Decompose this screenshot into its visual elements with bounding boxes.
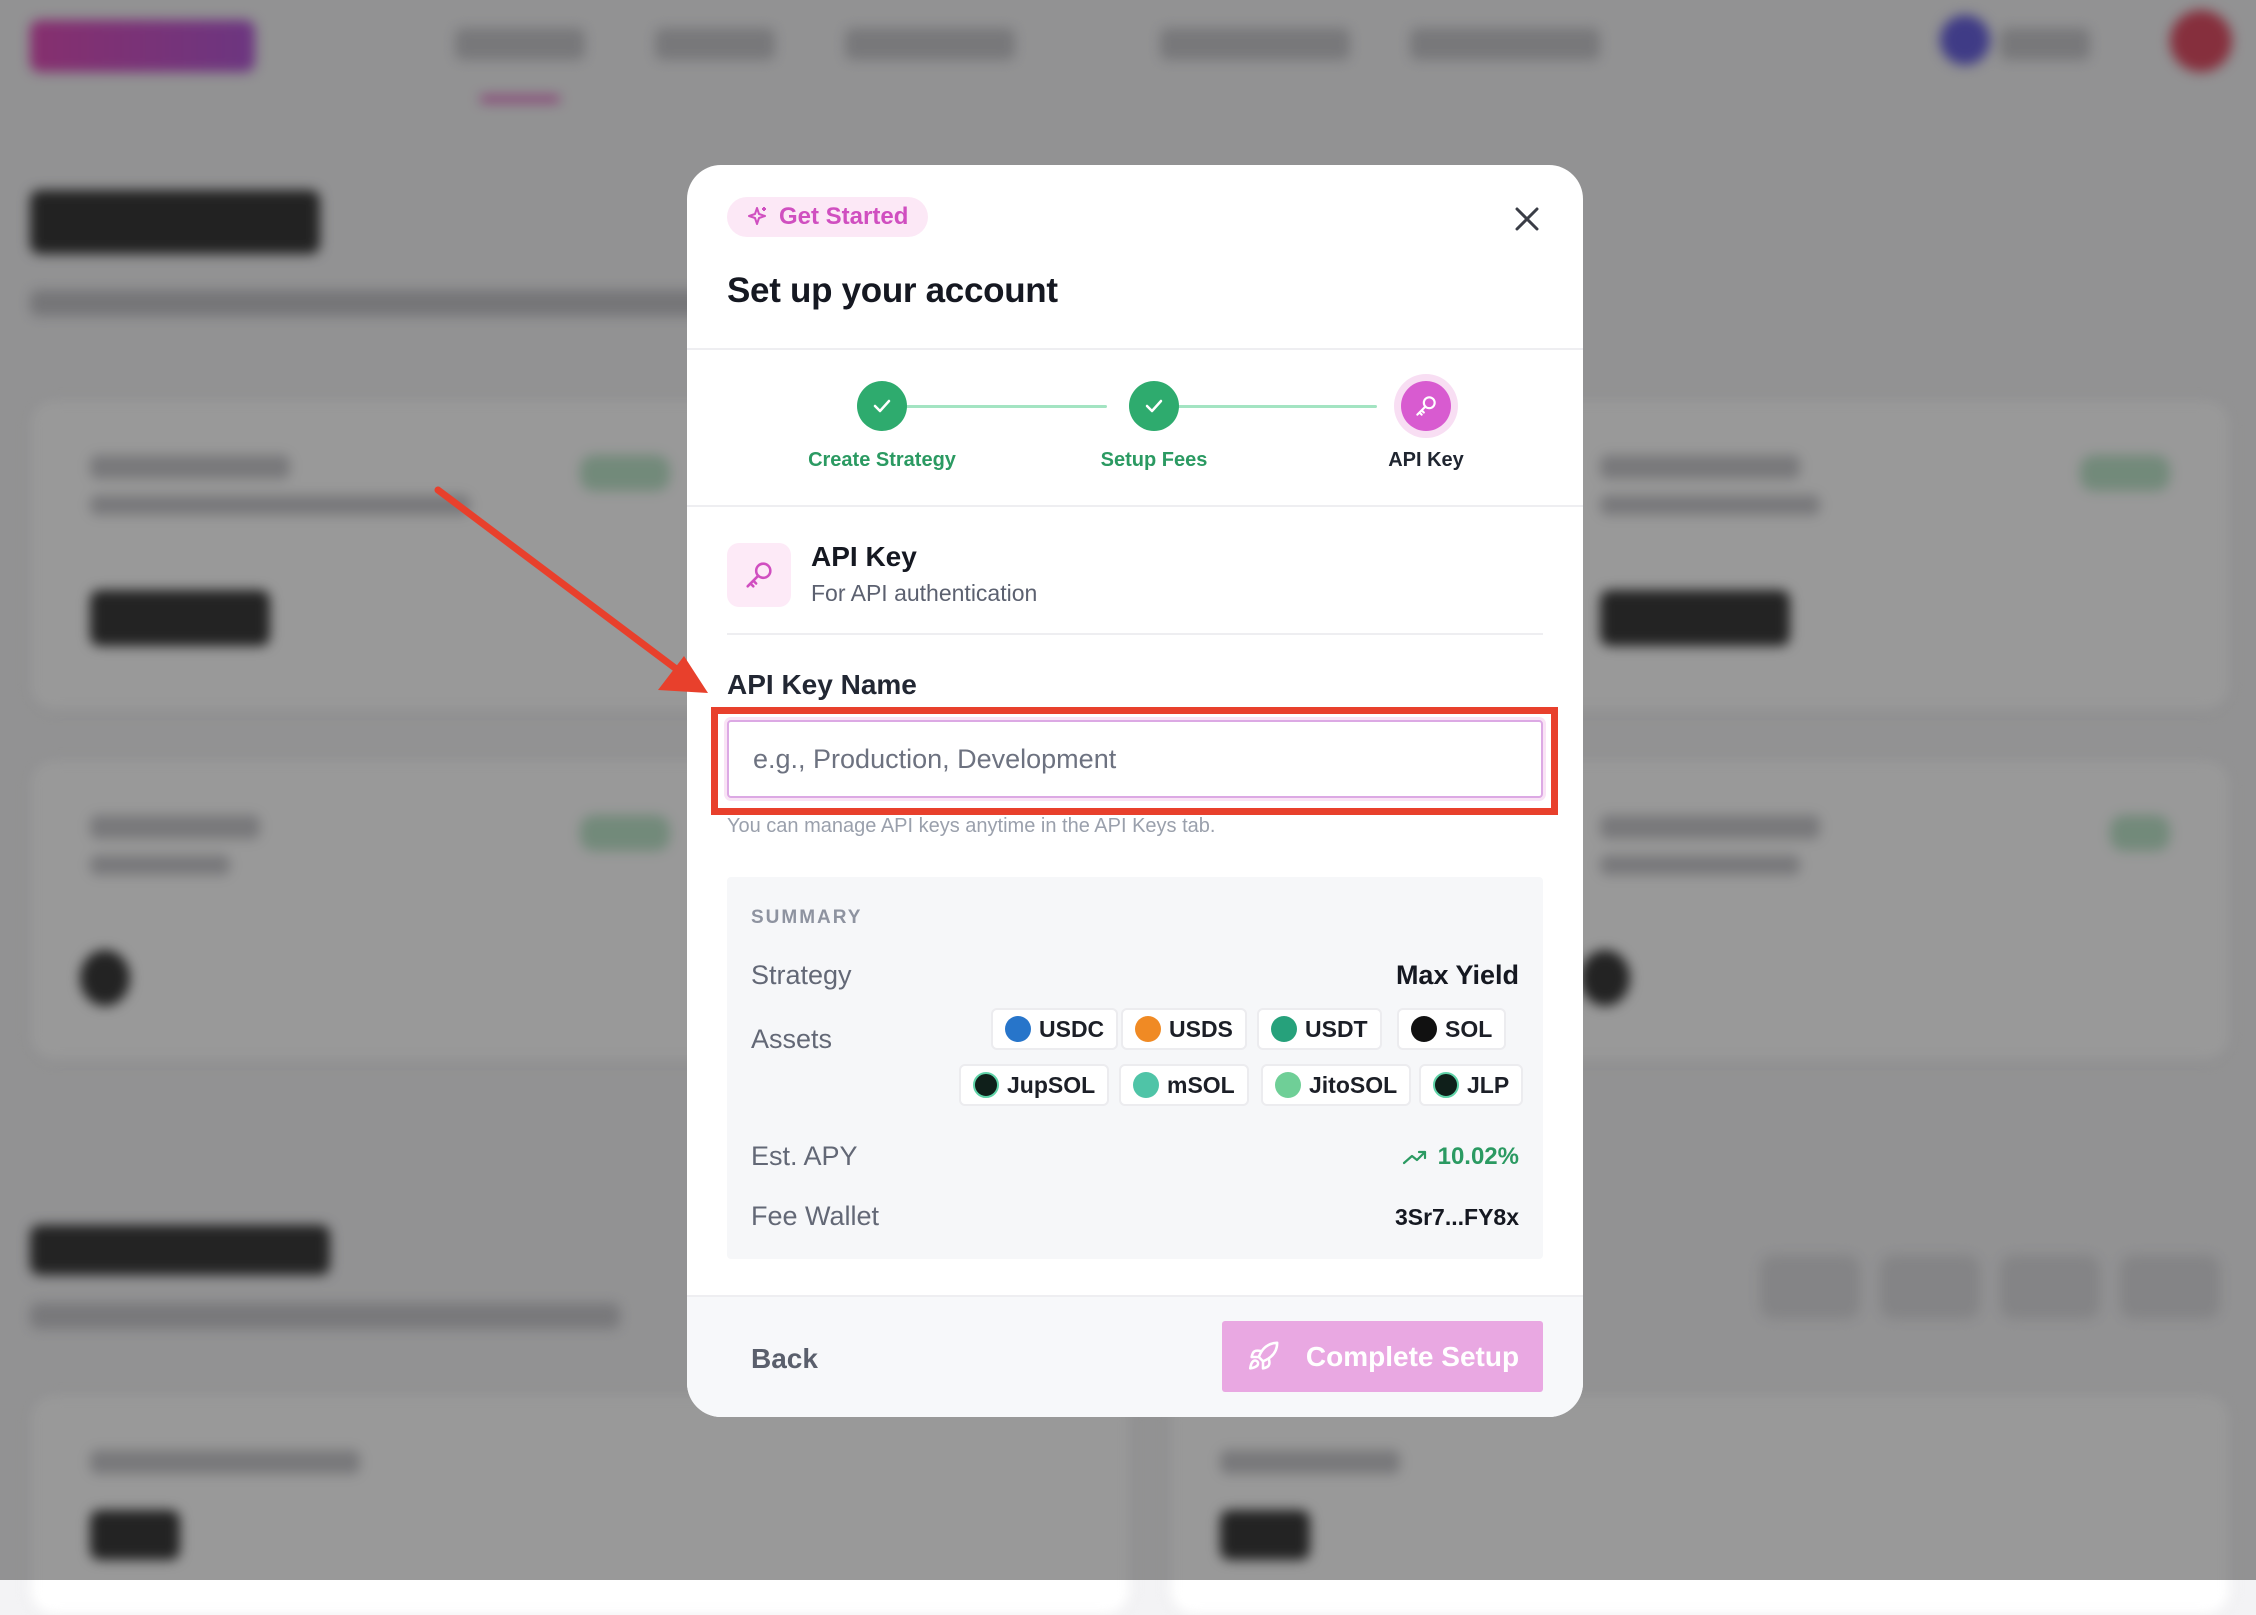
annotation-highlight-box bbox=[711, 707, 1558, 815]
